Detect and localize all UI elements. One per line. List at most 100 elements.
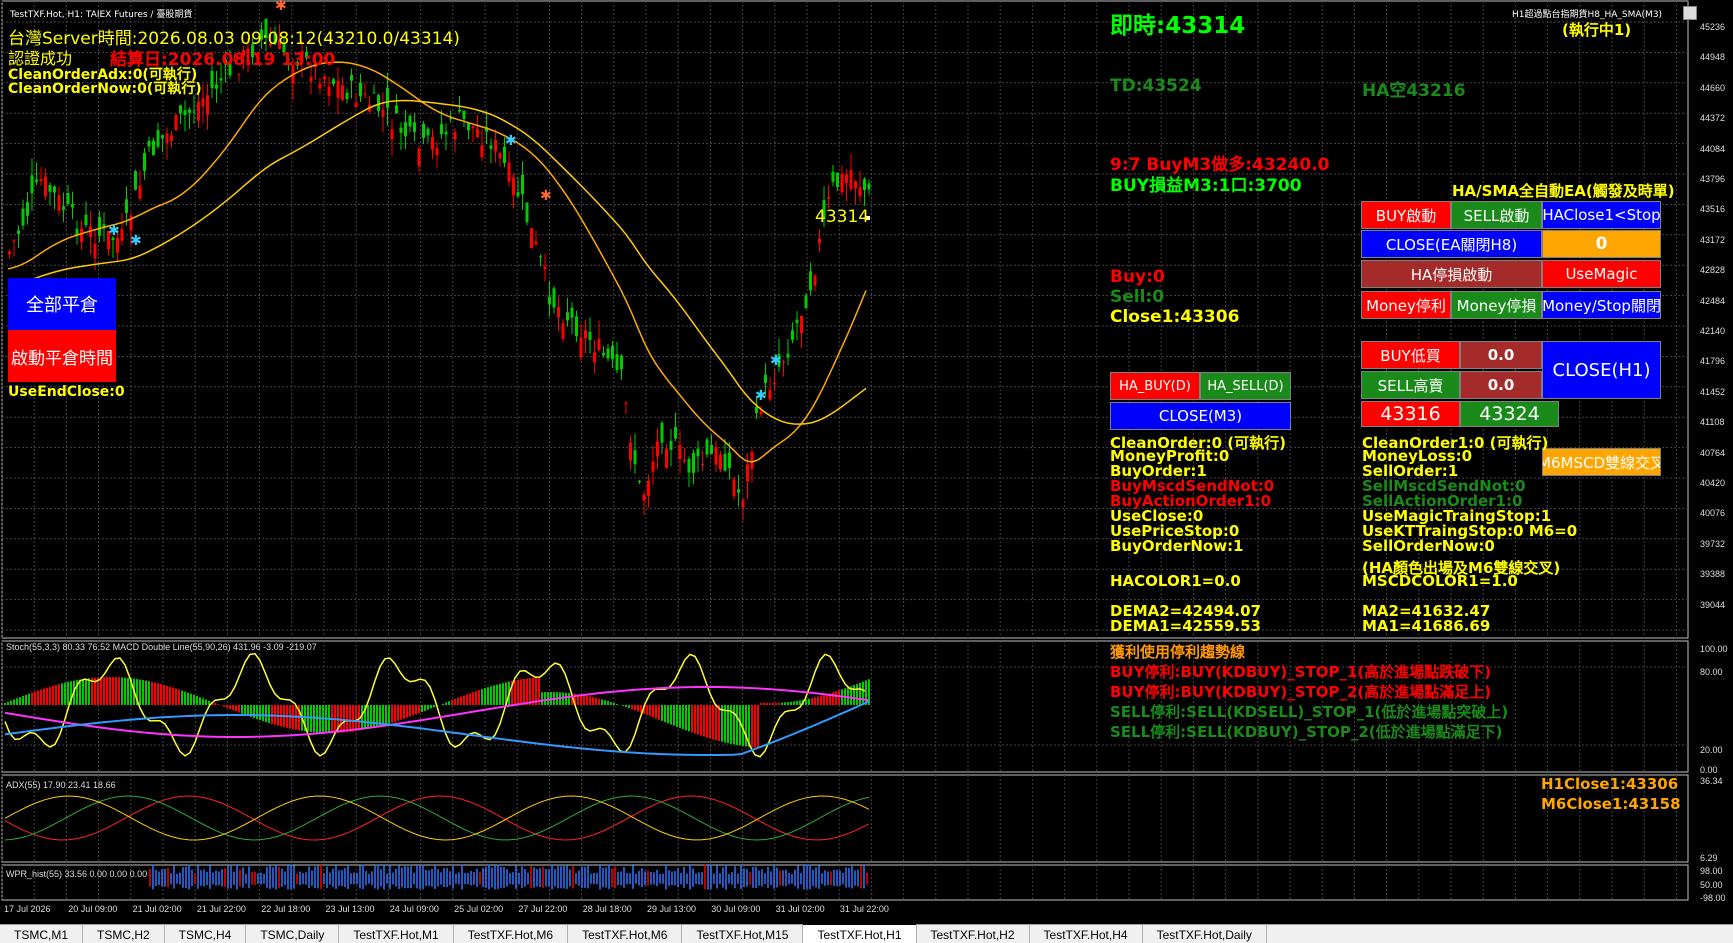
- sell-count: Sell:0: [1110, 287, 1165, 307]
- price-axis-label: 45236: [1700, 22, 1726, 32]
- price1-box[interactable]: 43316: [1361, 401, 1460, 427]
- candle-body: [480, 145, 484, 158]
- candle-body: [836, 172, 839, 187]
- candle-body: [53, 186, 56, 193]
- chart-tab[interactable]: TestTXF.Hot,M1: [339, 925, 454, 943]
- money-loss-button[interactable]: Money停損: [1451, 291, 1542, 319]
- m6close-value: M6Close1:43158: [1541, 795, 1681, 813]
- candle-body: [660, 422, 664, 443]
- candle-body: [800, 315, 803, 334]
- buy-low-value[interactable]: 0.0: [1460, 341, 1542, 369]
- candle-body: [413, 122, 416, 132]
- chart-tab[interactable]: TSMC,Daily: [246, 925, 340, 943]
- use-magic-button[interactable]: UseMagic: [1542, 260, 1661, 288]
- candle-body: [80, 228, 83, 243]
- chart-tab[interactable]: TestTXF.Hot,M15: [682, 925, 804, 943]
- price-chart[interactable]: ✱ ✱ ✱ ✱ ✱ ✱ ✱: [0, 0, 1733, 924]
- price2-box[interactable]: 43324: [1460, 401, 1559, 427]
- price-axis-label: 44660: [1700, 82, 1726, 93]
- candle-body: [593, 352, 596, 363]
- candle-body: [750, 451, 754, 470]
- chart-tab[interactable]: TestTXF.Hot,M6: [454, 925, 569, 943]
- buy-low-button[interactable]: BUY低買: [1361, 341, 1460, 369]
- dema1-value: DEMA1=42559.53: [1110, 617, 1261, 635]
- signal-arrow: ✱: [540, 188, 552, 204]
- candle-body: [548, 296, 551, 305]
- candle-body: [156, 130, 160, 147]
- candle-body: [687, 458, 691, 473]
- price-axis-label: 43796: [1700, 174, 1726, 184]
- money-stop-close-button[interactable]: Money/Stop關閉: [1542, 291, 1661, 319]
- close-h1-button[interactable]: CLOSE(H1): [1542, 341, 1661, 399]
- ha-stop-button[interactable]: HA停損啟動: [1361, 260, 1542, 288]
- candle-body: [858, 187, 862, 197]
- signal-arrow: ✱: [130, 233, 142, 249]
- candle-body: [467, 123, 470, 131]
- chart-tab[interactable]: TSMC,M1: [0, 925, 83, 943]
- candle-body: [728, 452, 731, 468]
- candle-body: [503, 146, 506, 164]
- candle-body: [678, 445, 682, 459]
- buy-start-button[interactable]: BUY啟動: [1361, 201, 1451, 229]
- chart-tab[interactable]: TestTXF.Hot,H2: [917, 925, 1030, 943]
- chart-area[interactable]: ✱ ✱ ✱ ✱ ✱ ✱ ✱: [0, 0, 1733, 942]
- clean-order-now: CleanOrderNow:0(可執行): [8, 81, 202, 97]
- chart-tab[interactable]: TestTXF.Hot,H1: [803, 923, 917, 943]
- close1: Close1:43306: [1110, 307, 1240, 327]
- close-m3-button[interactable]: CLOSE(M3): [1110, 402, 1291, 430]
- ha-buy-d-button[interactable]: HA_BUY(D): [1110, 372, 1200, 400]
- candle-body: [597, 338, 601, 351]
- sell-high-button[interactable]: SELL高賣: [1361, 371, 1460, 399]
- price-axis-label: 42484: [1700, 295, 1726, 306]
- hacolor-value: HACOLOR1=0.0: [1110, 572, 1241, 590]
- ha-sell-price: HA空43216: [1362, 81, 1466, 101]
- candle-body: [620, 355, 623, 370]
- ha-close-button[interactable]: HAClose1<Stop: [1542, 201, 1661, 229]
- use-end-close: UseEndClose:0: [8, 384, 125, 400]
- chart-tab[interactable]: TestTXF.Hot,Daily: [1143, 925, 1267, 943]
- time-axis-label: 17 Jul 2026: [4, 904, 51, 914]
- time-axis-label: 27 Jul 22:00: [518, 904, 568, 914]
- sub-axis-label: 100.00: [1700, 644, 1728, 654]
- zero-value-box[interactable]: 0: [1542, 230, 1661, 258]
- candle-body: [462, 110, 466, 120]
- candle-body: [390, 129, 394, 140]
- price-axis-label: 39732: [1700, 538, 1726, 549]
- sell-start-button[interactable]: SELL啟動: [1451, 201, 1542, 229]
- candle-body: [692, 453, 695, 473]
- candle-body: [476, 128, 479, 137]
- ha-sell-d-button[interactable]: HA_SELL(D): [1200, 372, 1291, 400]
- candle-body: [206, 95, 209, 115]
- ea-face-icon[interactable]: [1683, 6, 1697, 20]
- sell-high-value[interactable]: 0.0: [1460, 371, 1542, 399]
- candle-body: [147, 140, 151, 147]
- candle-body: [165, 133, 169, 143]
- price-axis-label: 43172: [1700, 234, 1726, 245]
- chart-tab[interactable]: TestTXF.Hot,M6: [568, 925, 683, 943]
- money-profit-button[interactable]: Money停利: [1361, 291, 1451, 319]
- candle-body: [651, 461, 655, 472]
- m6mscd-button[interactable]: M6MSCD雙線交叉: [1542, 448, 1661, 476]
- chart-tab[interactable]: TSMC,H2: [83, 925, 165, 943]
- price-axis-label: 39044: [1700, 599, 1726, 610]
- signal-arrow: ✱: [505, 133, 517, 149]
- chart-tab[interactable]: TSMC,H4: [165, 925, 247, 943]
- candle-body: [336, 80, 340, 98]
- candle-body: [71, 203, 74, 208]
- close-ea-button[interactable]: CLOSE(EA關閉H8): [1361, 230, 1542, 258]
- close-all-button[interactable]: 全部平倉: [8, 278, 116, 330]
- start-close-time-button[interactable]: 啟動平倉時間: [8, 330, 116, 382]
- candle-body: [710, 444, 713, 455]
- chart-tab[interactable]: TestTXF.Hot,H4: [1030, 925, 1143, 943]
- candle-body: [179, 105, 182, 114]
- price-axis-label: 42140: [1700, 326, 1726, 336]
- candle-body: [512, 177, 515, 196]
- candle-body: [759, 411, 763, 415]
- candle-body: [143, 152, 146, 171]
- candle-body: [48, 185, 52, 192]
- candle-body: [579, 337, 583, 358]
- candle-body: [363, 93, 367, 95]
- candle-body: [125, 199, 128, 214]
- time-axis-label: 31 Jul 22:00: [839, 904, 889, 914]
- price-axis-label: 40764: [1700, 447, 1726, 458]
